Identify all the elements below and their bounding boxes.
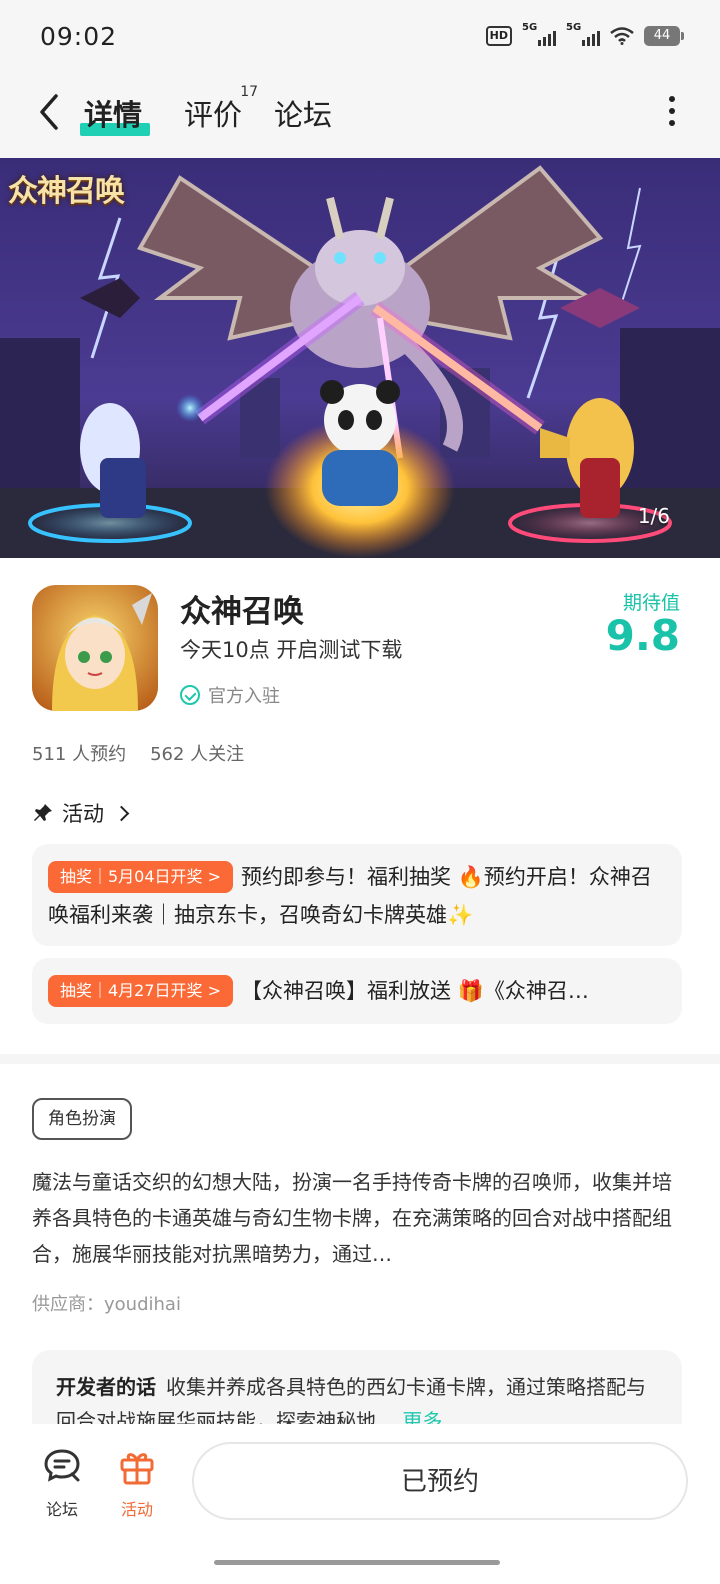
top-nav: 详情 评价 17 论坛 — [0, 76, 720, 158]
expectation-score: 期待值 9.8 — [605, 592, 680, 660]
banner-artwork — [0, 158, 720, 558]
app-icon — [32, 585, 158, 711]
section-divider — [0, 1054, 720, 1064]
activity-card[interactable]: 抽奖｜5月04日开奖 > 预约即参与！福利抽奖 🔥预约开启！众神召唤福利来袭｜抽京… — [32, 844, 682, 946]
home-indicator[interactable] — [214, 1560, 500, 1565]
app-detail-page: 09:02 HD 5G 5G 44 详情 评价 17 论坛 众神召唤 1/6 众… — [0, 0, 720, 1584]
activity-button[interactable]: 活动 — [107, 1446, 167, 1520]
game-logo: 众神召唤 — [8, 174, 125, 209]
pin-icon — [34, 804, 52, 821]
signal-icon: 5G — [522, 22, 556, 46]
genre-tag[interactable]: 角色扮演 — [32, 1098, 132, 1140]
forum-button[interactable]: 论坛 — [32, 1446, 92, 1520]
status-icons: HD 5G 5G 44 — [485, 22, 684, 46]
gift-icon — [120, 1453, 154, 1485]
review-count-badge: 17 — [240, 84, 259, 100]
banner-page-indicator: 1/6 — [637, 504, 670, 528]
status-time: 09:02 — [40, 22, 118, 51]
reservation-count: 511 人预约 — [32, 744, 127, 765]
tab-detail[interactable]: 详情 — [80, 92, 150, 136]
lottery-badge: 抽奖｜4月27日开奖 > — [48, 975, 234, 1007]
activity-text: 【众神召唤】福利放送 🎁《众神召… — [241, 979, 589, 1003]
follower-count: 562 人关注 — [150, 744, 245, 765]
chevron-right-icon — [113, 805, 130, 821]
banner-carousel[interactable]: 众神召唤 1/6 — [0, 158, 720, 558]
app-stats: 511 人预约 562 人关注 — [32, 740, 244, 766]
developer-note-label: 开发者的话 — [56, 1375, 156, 1399]
back-arrow-icon[interactable] — [34, 92, 64, 132]
app-name: 众神召唤 — [180, 594, 304, 630]
battery-icon: 44 — [644, 26, 684, 46]
status-bar: 09:02 HD 5G 5G 44 — [0, 0, 720, 76]
hd-icon: HD — [485, 26, 512, 46]
app-release-info: 今天10点 开启测试下载 — [180, 638, 403, 662]
tab-review[interactable]: 评价 17 — [184, 84, 258, 134]
signal-icon: 5G — [566, 22, 600, 46]
lottery-badge: 抽奖｜5月04日开奖 > — [48, 861, 234, 893]
reserved-button[interactable]: 已预约 — [192, 1442, 688, 1520]
tab-forum[interactable]: 论坛 — [274, 92, 332, 134]
chat-bubble-icon — [44, 1449, 80, 1482]
vendor-info: 供应商：youdihai — [32, 1294, 181, 1315]
activity-card[interactable]: 抽奖｜4月27日开奖 > 【众神召唤】福利放送 🎁《众神召… — [32, 958, 682, 1024]
verified-check-icon — [180, 685, 200, 705]
developer-note[interactable]: 开发者的话 收集并养成各具特色的西幻卡通卡牌，通过策略搭配与回合对战施展华丽技能，… — [32, 1350, 682, 1430]
more-options-icon[interactable] — [666, 96, 678, 130]
game-description[interactable]: 魔法与童话交织的幻想大陆，扮演一名手持传奇卡牌的召唤师，收集并培养各具特色的卡通… — [32, 1164, 688, 1272]
bottom-action-bar: 论坛 活动 已预约 — [0, 1424, 720, 1584]
official-badge: 官方入驻 — [180, 682, 280, 708]
activity-section-header[interactable]: 活动 — [32, 798, 130, 828]
wifi-icon — [610, 27, 634, 45]
